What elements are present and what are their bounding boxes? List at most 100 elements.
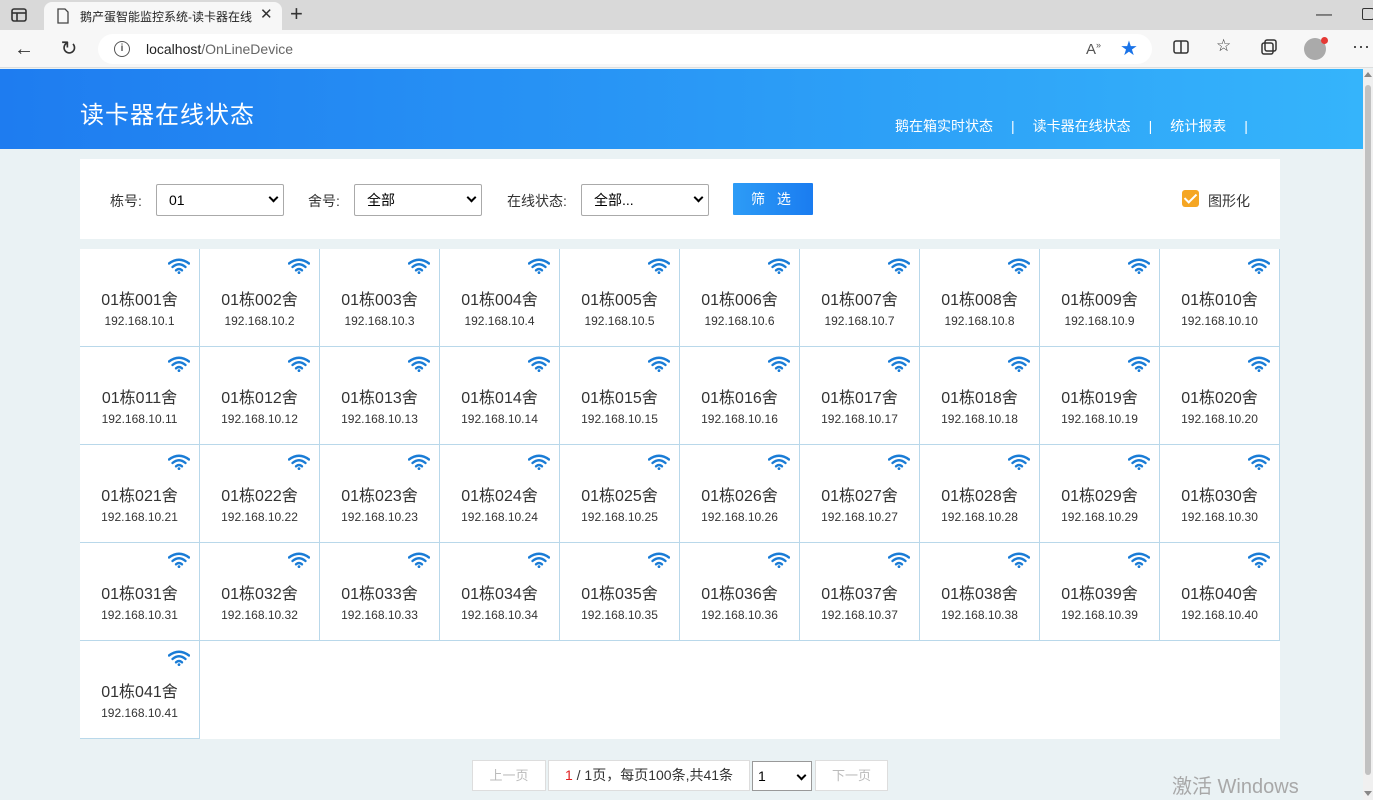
wifi-icon [288, 454, 310, 470]
info-icon[interactable]: i [114, 41, 130, 57]
device-cell[interactable]: 01栋022舍 192.168.10.22 [200, 445, 320, 543]
restore-icon[interactable] [1362, 8, 1373, 20]
browser-tab[interactable]: 鹅产蛋智能监控系统-读卡器在线 ✕ [44, 2, 282, 30]
device-cell[interactable]: 01栋013舍 192.168.10.13 [320, 347, 440, 445]
device-grid: 01栋001舍 192.168.10.1 01栋002舍 192.168.10.2 01… [80, 249, 1280, 739]
device-cell[interactable]: 01栋021舍 192.168.10.21 [80, 445, 200, 543]
building-select[interactable]: 01 [156, 184, 284, 216]
device-cell[interactable]: 01栋001舍 192.168.10.1 [80, 249, 200, 347]
device-ip: 192.168.10.15 [581, 412, 658, 426]
page-select-value: 1 [758, 768, 766, 784]
collections-icon[interactable] [1260, 38, 1278, 56]
browser-tab-bar: 鹅产蛋智能监控系统-读卡器在线 ✕ + — [0, 0, 1373, 30]
device-cell[interactable]: 01栋041舍 192.168.10.41 [80, 641, 200, 739]
device-cell[interactable]: 01栋012舍 192.168.10.12 [200, 347, 320, 445]
device-cell[interactable]: 01栋034舍 192.168.10.34 [440, 543, 560, 641]
url-text[interactable]: localhost/OnLineDevice [146, 41, 293, 57]
wifi-icon [408, 258, 430, 274]
read-aloud-icon[interactable]: A» [1086, 40, 1101, 58]
wifi-icon [1128, 356, 1150, 372]
device-cell[interactable]: 01栋028舍 192.168.10.28 [920, 445, 1040, 543]
device-ip: 192.168.10.41 [101, 706, 178, 720]
device-cell[interactable]: 01栋006舍 192.168.10.6 [680, 249, 800, 347]
device-cell[interactable]: 01栋007舍 192.168.10.7 [800, 249, 920, 347]
close-tab-icon[interactable]: ✕ [260, 7, 273, 23]
nav-statistics[interactable]: 统计报表 [1170, 118, 1226, 134]
wifi-icon [648, 356, 670, 372]
device-cell[interactable]: 01栋010舍 192.168.10.10 [1160, 249, 1280, 347]
device-cell[interactable]: 01栋035舍 192.168.10.35 [560, 543, 680, 641]
filter-button[interactable]: 筛 选 [733, 183, 813, 215]
back-icon[interactable]: ← [12, 37, 36, 61]
next-page-button[interactable]: 下一页 [815, 760, 888, 791]
device-grid-panel: 01栋001舍 192.168.10.1 01栋002舍 192.168.10.2 01… [80, 249, 1280, 739]
more-menu-icon[interactable]: ··· [1352, 36, 1370, 57]
wifi-icon [768, 552, 790, 568]
device-cell[interactable]: 01栋031舍 192.168.10.31 [80, 543, 200, 641]
tab-actions-icon[interactable] [10, 6, 28, 24]
minimize-icon[interactable]: — [1316, 6, 1332, 24]
refresh-icon[interactable]: ↻ [57, 37, 81, 61]
device-cell[interactable]: 01栋014舍 192.168.10.14 [440, 347, 560, 445]
device-cell[interactable]: 01栋038舍 192.168.10.38 [920, 543, 1040, 641]
dorm-select[interactable]: 全部 [354, 184, 482, 216]
device-cell[interactable]: 01栋036舍 192.168.10.36 [680, 543, 800, 641]
device-name: 01栋004舍 [461, 292, 538, 309]
scroll-down-icon[interactable] [1364, 791, 1372, 796]
device-cell[interactable]: 01栋018舍 192.168.10.18 [920, 347, 1040, 445]
nav-goose-status[interactable]: 鹅在箱实时状态 [895, 118, 993, 134]
status-select[interactable]: 全部... [581, 184, 709, 216]
address-bar[interactable]: i localhost/OnLineDevice A» ★ [98, 34, 1152, 64]
device-cell[interactable]: 01栋032舍 192.168.10.32 [200, 543, 320, 641]
favorite-star-icon[interactable]: ★ [1120, 36, 1138, 61]
device-cell[interactable]: 01栋026舍 192.168.10.26 [680, 445, 800, 543]
page-select[interactable]: 1 [752, 761, 812, 791]
device-cell[interactable]: 01栋027舍 192.168.10.27 [800, 445, 920, 543]
device-cell[interactable]: 01栋019舍 192.168.10.19 [1040, 347, 1160, 445]
device-cell[interactable]: 01栋037舍 192.168.10.37 [800, 543, 920, 641]
device-cell[interactable]: 01栋005舍 192.168.10.5 [560, 249, 680, 347]
device-cell[interactable]: 01栋039舍 192.168.10.39 [1040, 543, 1160, 641]
device-cell[interactable]: 01栋020舍 192.168.10.20 [1160, 347, 1280, 445]
device-cell[interactable]: 01栋011舍 192.168.10.11 [80, 347, 200, 445]
device-cell[interactable]: 01栋030舍 192.168.10.30 [1160, 445, 1280, 543]
wifi-icon [288, 356, 310, 372]
wifi-icon [888, 552, 910, 568]
new-tab-icon[interactable]: + [290, 3, 303, 25]
nav-reader-status[interactable]: 读卡器在线状态 [1033, 118, 1131, 134]
device-cell[interactable]: 01栋009舍 192.168.10.9 [1040, 249, 1160, 347]
device-cell[interactable]: 01栋040舍 192.168.10.40 [1160, 543, 1280, 641]
scroll-thumb[interactable] [1365, 85, 1371, 775]
page-info: 1 / 1页，每页100条,共41条 [548, 760, 750, 791]
scroll-up-icon[interactable] [1364, 72, 1372, 77]
tab-title: 鹅产蛋智能监控系统-读卡器在线 [80, 10, 252, 24]
device-cell[interactable]: 01栋008舍 192.168.10.8 [920, 249, 1040, 347]
device-cell[interactable]: 01栋002舍 192.168.10.2 [200, 249, 320, 347]
device-cell[interactable]: 01栋025舍 192.168.10.25 [560, 445, 680, 543]
device-name: 01栋034舍 [461, 586, 538, 603]
profile-avatar[interactable] [1304, 37, 1328, 60]
device-name: 01栋031舍 [101, 586, 178, 603]
device-cell[interactable]: 01栋016舍 192.168.10.16 [680, 347, 800, 445]
device-cell[interactable]: 01栋033舍 192.168.10.33 [320, 543, 440, 641]
address-toolbar: ← ↻ i localhost/OnLineDevice A» ★ ☆ ··· [0, 30, 1373, 68]
device-cell[interactable]: 01栋024舍 192.168.10.24 [440, 445, 560, 543]
device-cell[interactable]: 01栋029舍 192.168.10.29 [1040, 445, 1160, 543]
graph-checkbox[interactable] [1182, 190, 1199, 207]
device-cell[interactable]: 01栋023舍 192.168.10.23 [320, 445, 440, 543]
device-cell[interactable]: 01栋004舍 192.168.10.4 [440, 249, 560, 347]
graph-checkbox-label[interactable]: 图形化 [1208, 191, 1250, 211]
device-cell[interactable]: 01栋015舍 192.168.10.15 [560, 347, 680, 445]
device-cell[interactable]: 01栋003舍 192.168.10.3 [320, 249, 440, 347]
page-info-text: / 1页，每页100条,共41条 [576, 767, 734, 783]
split-screen-icon[interactable] [1172, 38, 1190, 56]
prev-page-button[interactable]: 上一页 [472, 760, 546, 791]
device-name: 01栋016舍 [701, 390, 778, 407]
wifi-icon [1008, 552, 1030, 568]
device-cell[interactable]: 01栋017舍 192.168.10.17 [800, 347, 920, 445]
wifi-icon [1128, 454, 1150, 470]
favorites-icon[interactable]: ☆ [1216, 36, 1231, 56]
device-name: 01栋030舍 [1181, 488, 1258, 505]
device-name: 01栋027舍 [821, 488, 898, 505]
vertical-scrollbar[interactable] [1363, 69, 1373, 800]
